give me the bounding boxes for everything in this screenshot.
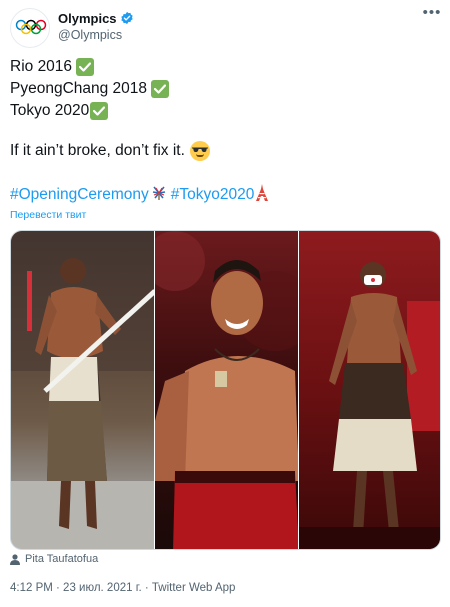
tagged-person-name[interactable]: Pita Taufatofua xyxy=(25,553,98,565)
check-mark-icon xyxy=(76,58,95,76)
tweet-line: If it ain’t broke, don’t fix it. xyxy=(10,140,440,162)
translate-tweet-link[interactable]: Перевести твит xyxy=(10,209,86,221)
tweet-closing-text: If it ain’t broke, don’t fix it. xyxy=(10,142,185,159)
avatar[interactable] xyxy=(10,8,50,48)
account-info[interactable]: Olympics @Olympics xyxy=(58,9,134,42)
check-mark-icon xyxy=(151,80,170,98)
athlete-figure-1 xyxy=(11,231,154,549)
tweet-line: PyeongChang 2018 xyxy=(10,78,440,100)
tweet-line-text: Rio 2016 xyxy=(10,58,73,75)
tweet-header: Olympics @Olympics ••• xyxy=(10,5,442,50)
olympic-rings-icon xyxy=(15,19,47,35)
display-name[interactable]: Olympics xyxy=(58,11,117,26)
check-mark-icon xyxy=(90,102,109,120)
tweet-line-text: PyeongChang 2018 xyxy=(10,80,148,97)
hashtag-row: #OpeningCeremony #Tokyo2020 xyxy=(10,184,272,206)
verified-badge-icon xyxy=(120,11,134,25)
photo-athlete-pyeongchang[interactable] xyxy=(155,231,298,549)
more-options-icon[interactable]: ••• xyxy=(422,5,442,24)
tweet-text: Rio 2016 PyeongChang 2018 Tokyo 2020 If … xyxy=(10,56,440,162)
hashtag-opening-ceremony[interactable]: #OpeningCeremony xyxy=(10,186,149,204)
hashtag-tokyo2020[interactable]: #Tokyo2020 xyxy=(171,186,255,204)
tagged-people[interactable]: Pita Taufatofua xyxy=(10,553,98,565)
tweet-line-text: Tokyo 2020 xyxy=(10,102,90,119)
person-icon xyxy=(10,553,20,565)
athlete-figure-2 xyxy=(155,231,298,549)
tweet-timestamp[interactable]: 4:12 PM · 23 июл. 2021 г. · Twitter Web … xyxy=(10,582,235,594)
photo-athlete-rio[interactable] xyxy=(11,231,154,549)
tweet-card: Olympics @Olympics ••• Rio 2016 PyeongCh… xyxy=(0,0,450,607)
opening-ceremony-flag-icon xyxy=(151,185,167,206)
sunglasses-face-icon xyxy=(189,141,210,161)
account-handle[interactable]: @Olympics xyxy=(58,28,134,42)
photo-grid[interactable] xyxy=(10,230,441,550)
tweet-line: Rio 2016 xyxy=(10,56,440,78)
tweet-line: Tokyo 2020 xyxy=(10,100,440,122)
tokyo-tower-icon xyxy=(256,184,269,206)
athlete-figure-3 xyxy=(299,262,440,549)
photo-athlete-tokyo[interactable] xyxy=(299,231,440,549)
